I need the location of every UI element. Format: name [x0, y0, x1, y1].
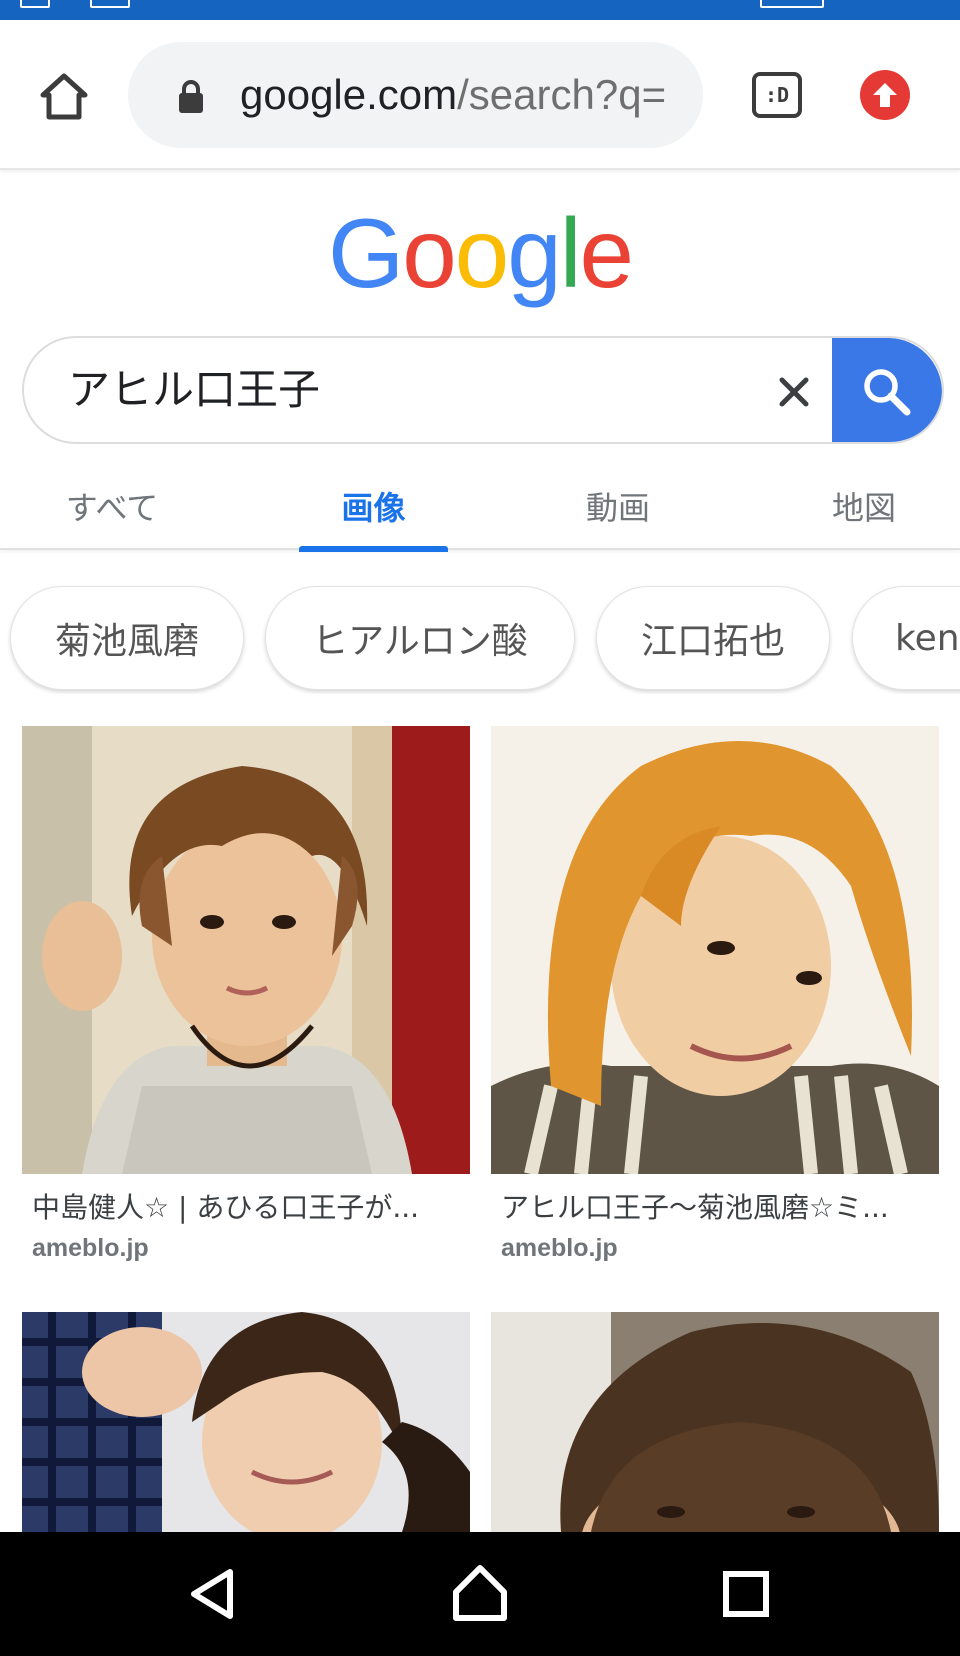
tab-switcher-label: :D [764, 83, 790, 107]
tab-images[interactable]: 画像 [299, 462, 448, 552]
result-image-1[interactable] [22, 726, 470, 1174]
result-image-2[interactable] [491, 726, 939, 1174]
close-icon [779, 377, 809, 407]
tab-images-label: 画像 [341, 489, 406, 527]
logo-letter-o2: o [454, 198, 509, 308]
battery-icon [760, 0, 824, 8]
back-button[interactable] [172, 1554, 252, 1634]
status-bar [0, 0, 960, 20]
chip-hyaluronic-acid[interactable]: ヒアルロン酸 [265, 586, 575, 690]
address-bar[interactable]: google.com/search?q= [128, 42, 703, 148]
recents-icon [723, 1571, 769, 1617]
logo-letter-e: e [579, 198, 634, 308]
google-logo: Google [0, 198, 960, 308]
search-input[interactable]: アヒル口王子 [68, 360, 320, 420]
lock-icon [179, 80, 203, 113]
logo-letter-g: G [327, 198, 404, 308]
home-nav-button[interactable] [440, 1554, 520, 1634]
back-icon [191, 1569, 233, 1619]
result-title-1[interactable]: 中島健人☆ | あひる口王子が... [32, 1188, 452, 1228]
chip-label: ヒアルロン酸 [312, 621, 528, 662]
logo-letter-l: l [559, 198, 582, 308]
system-navigation-bar [0, 1532, 960, 1656]
home-button[interactable] [32, 65, 96, 129]
home-nav-icon [453, 1565, 507, 1621]
chip-kenn[interactable]: kenn [852, 586, 960, 690]
tab-maps[interactable]: 地図 [804, 462, 924, 550]
search-button[interactable] [832, 338, 942, 442]
search-icon [864, 369, 911, 416]
url-text: google.com/search?q= [240, 68, 680, 122]
url-path: /search?q= [457, 71, 667, 118]
result-image-4[interactable] [491, 1312, 939, 1532]
search-box: アヒル口王子 [22, 336, 944, 444]
active-tab-indicator [299, 546, 448, 552]
home-icon [40, 73, 88, 120]
tab-videos[interactable]: 動画 [558, 462, 678, 550]
notification-icon [20, 0, 50, 8]
result-image-3[interactable] [22, 1312, 470, 1532]
result-source-1: ameblo.jp [32, 1234, 149, 1262]
arrow-up-icon [873, 83, 897, 107]
related-search-chips: 菊池風磨 ヒアルロン酸 江口拓也 kenn [0, 582, 960, 694]
browser-toolbar: google.com/search?q= :D [0, 20, 960, 170]
url-domain: google.com [240, 71, 458, 118]
clear-search-button[interactable] [764, 362, 824, 422]
chip-eguchi-takuya[interactable]: 江口拓也 [596, 586, 830, 690]
chip-label: kenn [895, 617, 960, 659]
recents-button[interactable] [706, 1554, 786, 1634]
tab-all-label: すべて [65, 489, 159, 527]
chip-kikuchi-fuma[interactable]: 菊池風磨 [10, 586, 244, 690]
chip-label: 江口拓也 [640, 621, 785, 662]
tab-maps-label: 地図 [831, 489, 896, 527]
chip-label: 菊池風磨 [54, 621, 199, 662]
search-category-tabs: すべて 画像 動画 地図 [0, 462, 960, 552]
logo-letter-o1: o [402, 198, 456, 308]
update-button[interactable] [860, 70, 910, 120]
tab-all[interactable]: すべて [50, 462, 174, 550]
result-source-2: ameblo.jp [501, 1234, 618, 1262]
tab-videos-label: 動画 [585, 489, 650, 527]
logo-letter-g2: g [507, 198, 561, 308]
app-notification-icon [90, 0, 130, 8]
tab-switcher-button[interactable]: :D [752, 72, 802, 118]
result-title-2[interactable]: アヒル口王子～菊池風磨☆ミ... [501, 1188, 921, 1228]
